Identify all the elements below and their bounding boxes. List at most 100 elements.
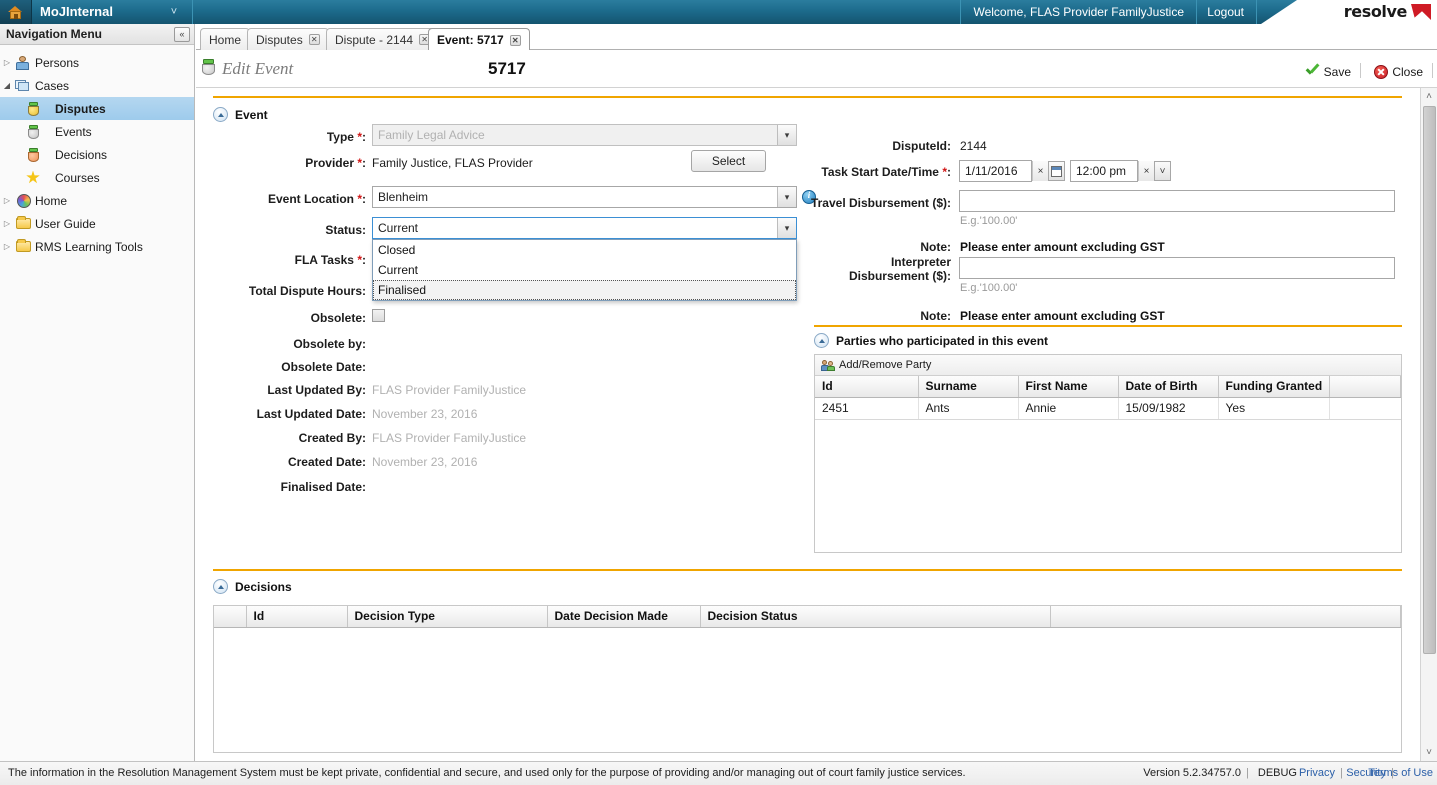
total-dispute-hours-label: Total Dispute Hours: [248, 284, 366, 298]
last-updated-by-label: Last Updated By: [267, 383, 366, 397]
folder-icon [14, 238, 32, 255]
chevron-down-icon[interactable]: ▾ [777, 218, 796, 238]
clear-time-button[interactable]: × [1138, 161, 1154, 181]
welcome-message: Welcome, FLAS Provider FamilyJustice [960, 0, 1197, 24]
task-start-time-input[interactable]: 12:00 pm [1070, 160, 1138, 182]
vertical-scrollbar[interactable]: ˄ ˅ [1420, 88, 1437, 761]
column-header-id[interactable]: Id [815, 376, 919, 398]
travel-note-value: Please enter amount excluding GST [960, 240, 1165, 254]
created-date-label: Created Date: [287, 455, 366, 469]
calendar-picker-button[interactable] [1048, 161, 1065, 181]
sidebar-item-user-guide[interactable]: ▷ User Guide [0, 212, 194, 235]
type-select[interactable]: Family Legal Advice ▾ [372, 124, 797, 146]
time-dropdown-button[interactable]: ˅ [1154, 161, 1171, 181]
party-id-link[interactable]: 2451 [815, 397, 919, 420]
interpreter-disbursement-input[interactable] [959, 257, 1395, 279]
column-header-id[interactable]: Id [246, 606, 348, 628]
sidebar-item-disputes[interactable]: Disputes [0, 97, 194, 120]
sidebar-item-cases[interactable]: ◢ Cases [0, 74, 194, 97]
person-icon [14, 55, 32, 71]
chevron-down-icon[interactable]: ▾ [777, 187, 796, 207]
sidebar-item-courses[interactable]: Courses [0, 166, 194, 189]
collapse-sidebar-button[interactable]: « [174, 27, 190, 42]
select-provider-button[interactable]: Select [691, 150, 766, 172]
column-header-date-of-birth[interactable]: Date of Birth [1118, 376, 1219, 398]
travel-disbursement-input[interactable] [959, 190, 1395, 212]
scroll-down-button[interactable]: ˅ [1421, 744, 1437, 761]
tab-event-5717[interactable]: Event: 5717 ✕ [428, 28, 530, 51]
collapse-toggle-icon[interactable] [213, 579, 228, 594]
sidebar-item-decisions[interactable]: Decisions [0, 143, 194, 166]
status-option-finalised[interactable]: Finalised [373, 280, 796, 300]
table-row[interactable]: 2451 Ants Annie 15/09/1982 Yes [815, 397, 1401, 420]
parties-section-header: Parties who participated in this event [814, 333, 1048, 348]
column-header-date-decision-made[interactable]: Date Decision Made [547, 606, 701, 628]
tab-home[interactable]: Home [200, 28, 251, 50]
expand-arrow-icon[interactable]: ▷ [0, 58, 14, 67]
decisions-header-row: Id Decision Type Date Decision Made Deci… [214, 606, 1401, 628]
type-label: Type *: [326, 130, 366, 144]
collapse-toggle-icon[interactable] [213, 107, 228, 122]
collapse-arrow-icon[interactable]: ◢ [0, 81, 14, 90]
logout-link[interactable]: Logout [1195, 0, 1257, 24]
event-location-select[interactable]: Blenheim ▾ [372, 186, 797, 208]
tab-dispute-2144[interactable]: Dispute - 2144 ✕ [326, 28, 440, 50]
party-funding-granted: Yes [1218, 397, 1331, 420]
sidebar-item-home[interactable]: ▷ Home [0, 189, 194, 212]
add-remove-party-button[interactable]: Add/Remove Party [839, 359, 931, 371]
close-icon[interactable]: ✕ [509, 34, 521, 46]
star-icon [24, 170, 42, 186]
task-start-date-value: 1/11/2016 [965, 164, 1018, 178]
status-option-current[interactable]: Current [373, 260, 796, 280]
column-header-funding-granted[interactable]: Funding Granted [1218, 376, 1331, 398]
sidebar-item-persons[interactable]: ▷ Persons [0, 51, 194, 74]
expand-arrow-icon[interactable]: ▷ [0, 219, 14, 228]
home-button[interactable] [0, 0, 32, 24]
column-header-first-name[interactable]: First Name [1018, 376, 1119, 398]
save-button[interactable]: Save [1306, 63, 1351, 81]
column-header-decision-type[interactable]: Decision Type [347, 606, 548, 628]
sidebar-item-rms-learning-tools[interactable]: ▷ RMS Learning Tools [0, 235, 194, 258]
decisions-section-rule [213, 569, 1402, 571]
close-icon[interactable]: ✕ [308, 34, 320, 45]
column-header-surname[interactable]: Surname [918, 376, 1019, 398]
scroll-up-button[interactable]: ˄ [1421, 88, 1437, 105]
terms-of-use-link[interactable]: Terms of Use [1368, 767, 1433, 779]
task-start-date-input[interactable]: 1/11/2016 [959, 160, 1032, 182]
obsolete-checkbox[interactable] [372, 309, 385, 322]
sidebar-item-label: Disputes [55, 101, 106, 116]
chevron-down-icon[interactable]: ▾ [777, 125, 796, 145]
tab-label: Disputes [256, 32, 303, 47]
status-dropdown-list[interactable]: Closed Current Finalised [372, 239, 797, 301]
main-content: Event Type *: Family Legal Advice ▾ Prov… [196, 88, 1437, 761]
header-divider [1432, 63, 1433, 78]
status-select[interactable]: Current ▾ [372, 217, 797, 239]
event-section-header: Event [213, 107, 268, 122]
sidebar-item-label: Persons [35, 55, 80, 70]
navigation-header-label: Navigation Menu [6, 27, 103, 41]
app-menu-chevron-icon[interactable]: ˅ [164, 0, 184, 24]
close-button[interactable]: Close [1374, 63, 1423, 81]
column-header-decision-status[interactable]: Decision Status [700, 606, 1051, 628]
column-header-blank [1329, 376, 1401, 398]
cylinder-gray-icon [24, 124, 42, 140]
sidebar-item-events[interactable]: Events [0, 120, 194, 143]
decisions-section-header: Decisions [213, 579, 292, 594]
task-start-label: Task Start Date/Time *: [821, 165, 951, 179]
tab-disputes[interactable]: Disputes ✕ [247, 28, 329, 50]
clear-date-button[interactable]: × [1032, 161, 1048, 181]
page-record-id: 5717 [488, 59, 526, 78]
expand-arrow-icon[interactable]: ▷ [0, 242, 14, 251]
status-option-closed[interactable]: Closed [373, 240, 796, 260]
privacy-link[interactable]: Privacy [1299, 767, 1335, 779]
provider-value: Family Justice, FLAS Provider [372, 156, 533, 170]
navigation-header: Navigation Menu « [0, 24, 194, 45]
cases-icon [14, 78, 32, 94]
dispute-id-label: DisputeId: [892, 139, 951, 153]
footer-bar: The information in the Resolution Manage… [0, 761, 1437, 785]
expand-arrow-icon[interactable]: ▷ [0, 196, 14, 205]
collapse-toggle-icon[interactable] [814, 333, 829, 348]
scrollbar-thumb[interactable] [1423, 106, 1436, 654]
sidebar-item-label: Events [55, 124, 92, 139]
folder-icon [14, 215, 32, 232]
